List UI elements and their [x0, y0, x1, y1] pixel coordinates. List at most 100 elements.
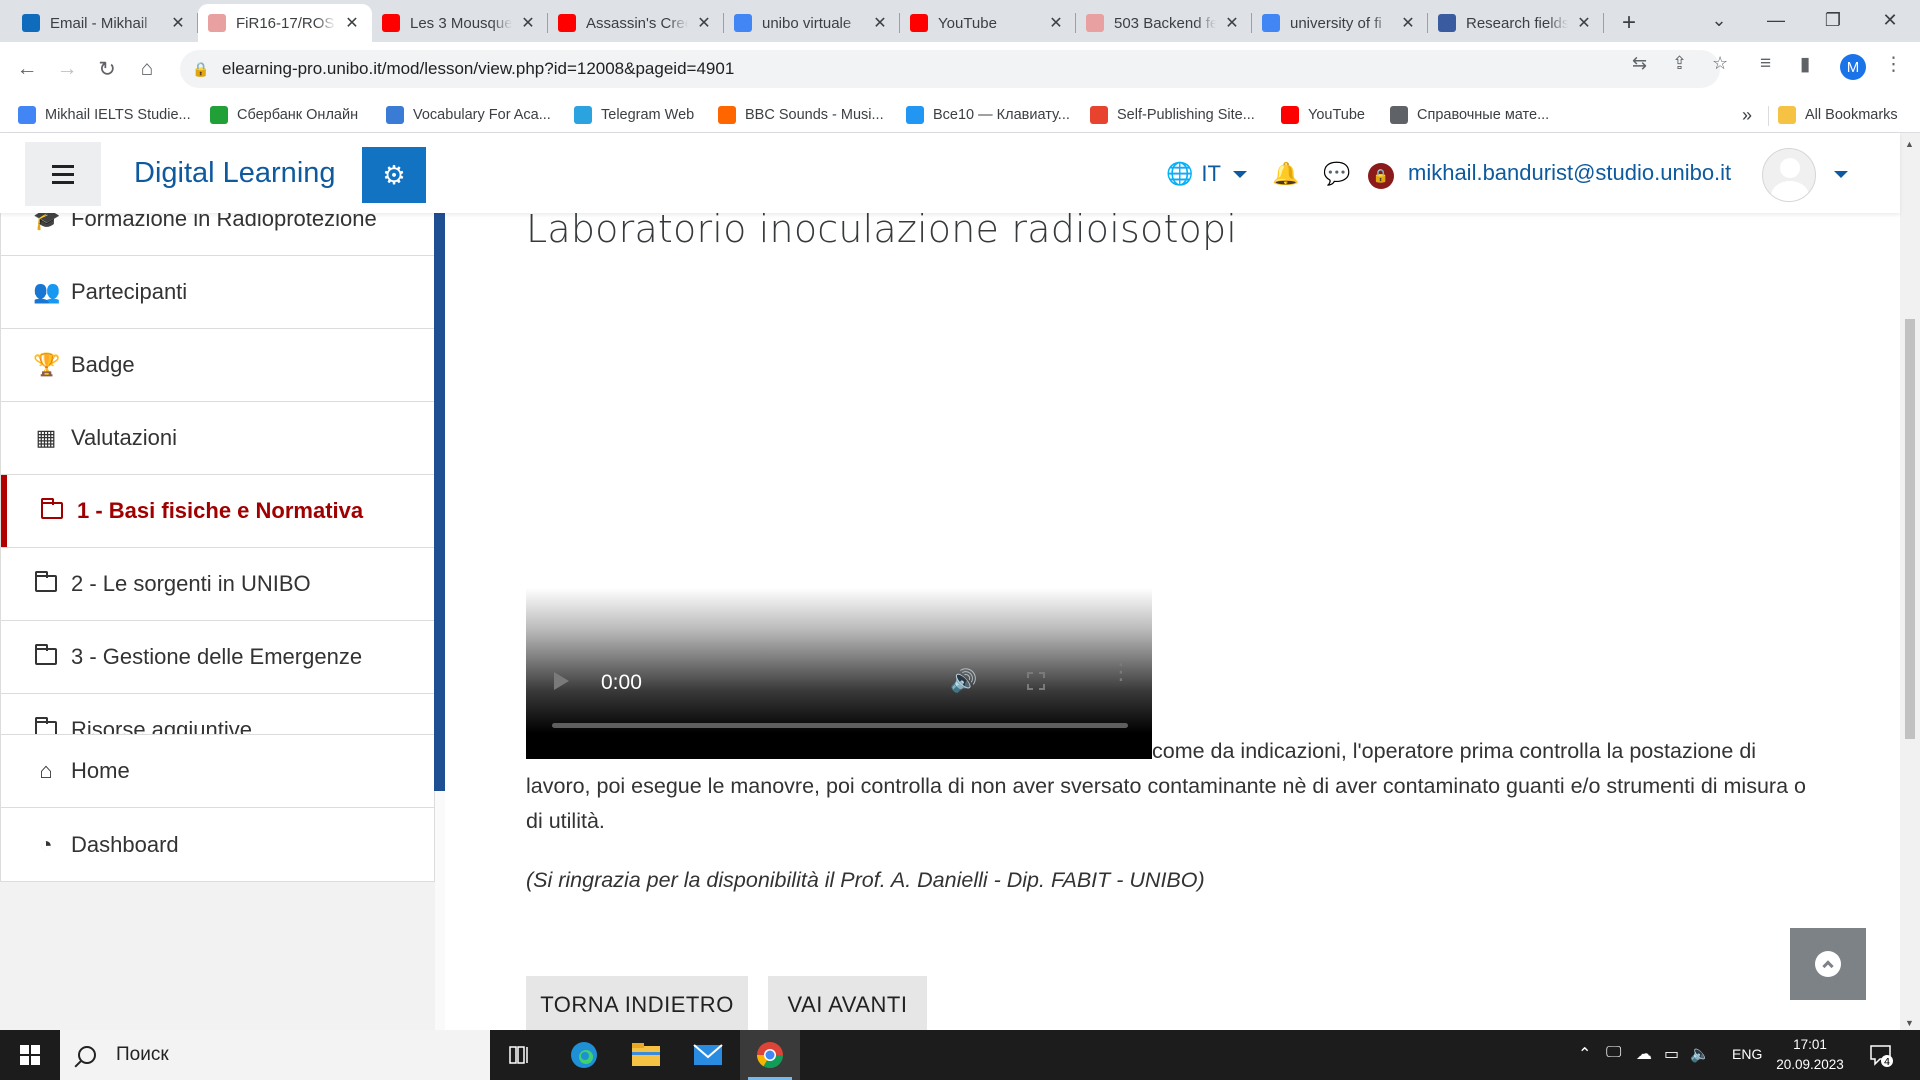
close-window-button[interactable]: ✕ — [1865, 4, 1915, 36]
back-to-top-button[interactable] — [1790, 928, 1866, 1000]
bookmark-item[interactable]: Vocabulary For Aca... — [386, 102, 551, 128]
next-button[interactable]: VAI AVANTI — [768, 976, 927, 1033]
browser-tab[interactable]: YouTube ✕ — [900, 4, 1076, 42]
show-hidden-icons-chevron-icon[interactable]: ⌃ — [1578, 1044, 1591, 1064]
nav-item[interactable]: 1 - Basi fisiche e Normativa — [1, 475, 434, 548]
fullscreen-icon[interactable] — [1027, 672, 1045, 690]
share-icon[interactable]: ⇪ — [1672, 53, 1687, 74]
close-tab-icon[interactable]: ✕ — [342, 13, 362, 33]
start-button[interactable] — [0, 1030, 60, 1080]
play-icon[interactable] — [554, 672, 569, 690]
nav-item[interactable]: ◔ Dashboard — [1, 808, 434, 881]
bookmark-item[interactable]: Mikhail IELTS Studie... — [18, 102, 191, 128]
nav-item[interactable]: 🏆 Badge — [1, 329, 434, 402]
site-info-icon[interactable]: 🔒 — [192, 61, 216, 78]
user-email[interactable]: mikhail.bandurist@studio.unibo.it — [1408, 160, 1731, 186]
bookmark-favicon-icon — [18, 106, 36, 124]
home-icon[interactable]: ⌂ — [130, 52, 164, 86]
volume-tray-icon[interactable]: 🔈 — [1690, 1044, 1710, 1064]
battery-icon[interactable]: ▭ — [1664, 1044, 1679, 1064]
bookmark-item[interactable]: Telegram Web — [574, 102, 694, 128]
back-arrow-icon[interactable]: ← — [10, 52, 44, 86]
edge-browser-icon[interactable] — [554, 1030, 614, 1080]
file-explorer-icon[interactable] — [616, 1030, 676, 1080]
table-icon: ▦ — [35, 425, 57, 450]
close-tab-icon[interactable]: ✕ — [870, 13, 890, 33]
close-tab-icon[interactable]: ✕ — [1222, 13, 1242, 33]
close-tab-icon[interactable]: ✕ — [694, 13, 714, 33]
language-menu[interactable]: 🌐 IT — [1166, 161, 1247, 187]
bookmark-star-icon[interactable]: ☆ — [1712, 53, 1728, 74]
close-tab-icon[interactable]: ✕ — [1574, 13, 1594, 33]
translate-icon[interactable]: ⇆ — [1632, 53, 1647, 74]
messages-chat-icon[interactable]: 💬 — [1323, 161, 1350, 187]
minimize-window-button[interactable]: — — [1751, 4, 1801, 36]
restore-window-button[interactable]: ❐ — [1808, 4, 1858, 36]
scroll-up-arrow-icon[interactable]: ▲ — [1905, 139, 1914, 149]
url-text[interactable]: elearning-pro.unibo.it/mod/lesson/view.p… — [222, 59, 734, 79]
browser-tab[interactable]: Email - Mikhail ✕ — [12, 4, 198, 42]
browser-tab[interactable]: university of fi ✕ — [1252, 4, 1428, 42]
bookmark-favicon-icon — [1090, 106, 1108, 124]
nav-item[interactable]: ⌂ Home — [1, 735, 434, 808]
page-scrollbar-thumb[interactable] — [1905, 319, 1915, 739]
reload-icon[interactable]: ↻ — [90, 52, 124, 86]
video-progress-bar[interactable] — [552, 723, 1128, 728]
onedrive-cloud-icon[interactable]: ☁ — [1636, 1044, 1652, 1064]
task-view-icon[interactable] — [490, 1030, 550, 1080]
nav-item[interactable]: ▦ Valutazioni — [1, 402, 434, 475]
bookmark-item[interactable]: YouTube — [1281, 102, 1365, 128]
close-tab-icon[interactable]: ✕ — [518, 13, 538, 33]
drawer-scrollbar-thumb[interactable] — [434, 213, 445, 791]
tab-title: 503 Backend fetch — [1114, 14, 1216, 32]
menu-dots-icon[interactable]: ⋮ — [1884, 53, 1903, 76]
close-tab-icon[interactable]: ✕ — [1398, 13, 1418, 33]
browser-tab[interactable]: 503 Backend fetch ✕ — [1076, 4, 1252, 42]
nav-item[interactable]: 3 - Gestione delle Emergenze — [1, 621, 434, 694]
mail-icon[interactable] — [678, 1030, 738, 1080]
close-tab-icon[interactable]: ✕ — [1046, 13, 1066, 33]
browser-tab[interactable]: Assassin's Creed ✕ — [548, 4, 724, 42]
notification-center-icon[interactable]: 4 — [1868, 1042, 1894, 1068]
bookmark-item[interactable]: Сбербанк Онлайн — [210, 102, 358, 128]
input-language-indicator[interactable]: ENG — [1732, 1046, 1762, 1062]
nav-item[interactable]: 👥 Partecipanti — [1, 256, 434, 329]
browser-tab[interactable]: Research fields ✕ — [1428, 4, 1604, 42]
bookmark-item[interactable]: BBC Sounds - Musi... — [718, 102, 884, 128]
user-avatar[interactable] — [1762, 148, 1816, 202]
browser-tab[interactable]: Les 3 Mousquetaires ✕ — [372, 4, 548, 42]
site-name[interactable]: Digital Learning — [134, 157, 336, 190]
nav-item[interactable]: 2 - Le sorgenti in UNIBO — [1, 548, 434, 621]
browser-tab[interactable]: unibo virtuale ✕ — [724, 4, 900, 42]
network-icon[interactable]: 🖵 — [1606, 1044, 1621, 1062]
forward-arrow-icon[interactable]: → — [50, 52, 84, 86]
reading-list-icon[interactable]: ≡ — [1760, 53, 1771, 75]
volume-icon[interactable]: 🔊 — [950, 668, 977, 694]
tab-title: Email - Mikhail — [50, 14, 148, 32]
url-bar[interactable]: 🔒 elearning-pro.unibo.it/mod/lesson/view… — [180, 50, 1720, 88]
scroll-down-arrow-icon[interactable]: ▼ — [1905, 1018, 1914, 1028]
bookmark-item[interactable]: Все10 — Клавиату... — [906, 102, 1070, 128]
bookmark-item[interactable]: Справочные мате... — [1390, 102, 1549, 128]
taskbar-search[interactable]: Поиск — [60, 1030, 490, 1080]
side-panel-icon[interactable]: ▮ — [1800, 53, 1810, 76]
nav-item[interactable]: 🎓 Formazione in Radioprotezione — [1, 213, 434, 256]
profile-avatar[interactable]: M — [1840, 54, 1866, 80]
drawer-toggle-button[interactable] — [25, 142, 101, 206]
chrome-browser-icon[interactable] — [740, 1030, 800, 1080]
video-more-options-icon[interactable]: ⋮ — [1110, 661, 1132, 683]
browser-tab[interactable]: FiR16-17/ROS ✕ — [198, 4, 372, 42]
user-menu-caret-icon[interactable] — [1834, 171, 1848, 178]
bookmark-favicon-icon — [574, 106, 592, 124]
system-clock[interactable]: 17:01 20.09.2023 — [1764, 1035, 1856, 1075]
new-tab-button[interactable]: + — [1612, 4, 1652, 42]
back-button[interactable]: TORNA INDIETRO — [526, 976, 748, 1033]
tab-search-icon[interactable]: ⌄ — [1694, 4, 1744, 36]
bookmark-item[interactable]: Self-Publishing Site... — [1090, 102, 1255, 128]
all-bookmarks-button[interactable]: All Bookmarks — [1778, 102, 1898, 128]
close-tab-icon[interactable]: ✕ — [168, 13, 188, 33]
notifications-bell-icon[interactable]: 🔔 — [1272, 161, 1299, 187]
course-settings-gear-icon[interactable]: ⚙ — [362, 147, 426, 203]
bookmarks-overflow-button[interactable]: » — [1742, 102, 1752, 128]
page-scrollbar[interactable]: ▲ ▼ — [1900, 133, 1920, 1030]
